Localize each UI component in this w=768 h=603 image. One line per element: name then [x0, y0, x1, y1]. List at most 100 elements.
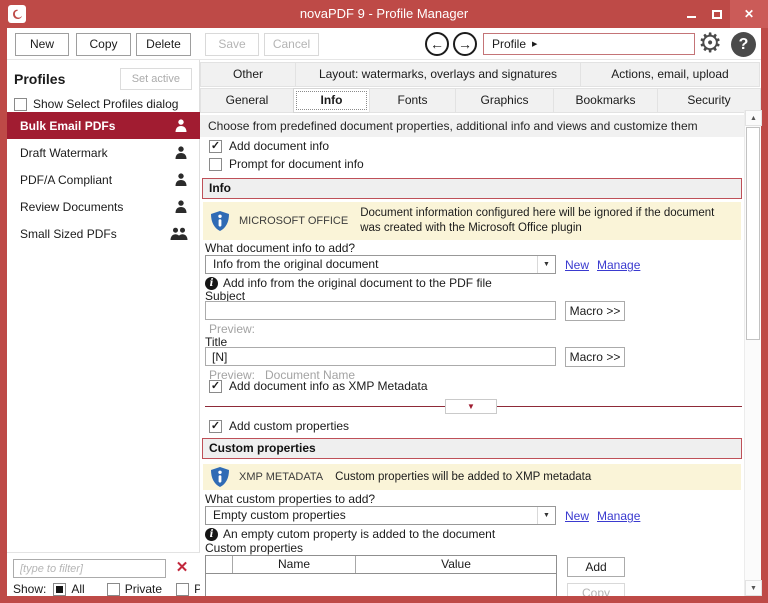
chevron-down-icon[interactable]: ▼: [537, 507, 555, 524]
checkbox-unchecked[interactable]: [176, 582, 190, 596]
subject-input[interactable]: [205, 301, 556, 320]
novapdf-logo-icon: [8, 5, 26, 23]
title-macro-button[interactable]: Macro >>: [565, 347, 625, 367]
back-button[interactable]: ←: [425, 32, 449, 56]
table-header-value[interactable]: Value: [356, 556, 556, 573]
cancel-button[interactable]: Cancel: [264, 33, 319, 56]
tab-layout[interactable]: Layout: watermarks, overlays and signatu…: [295, 62, 581, 87]
filter-private-checkbox[interactable]: Private: [106, 582, 162, 596]
tab-content-scroll-area: Choose from predefined document properti…: [200, 113, 744, 596]
custom-properties-dropdown[interactable]: Empty custom properties ▼: [205, 506, 556, 525]
tab-description: Choose from predefined document properti…: [200, 115, 744, 137]
filter-all-checkbox[interactable]: All: [53, 582, 85, 596]
settings-gear-button[interactable]: ⚙: [698, 27, 722, 59]
checkbox-checked[interactable]: ✓: [209, 379, 222, 393]
tab-fonts[interactable]: Fonts: [369, 88, 456, 113]
title-input[interactable]: [205, 347, 556, 366]
profile-item-small-sized[interactable]: Small Sized PDFs: [7, 220, 200, 247]
notice-text: Custom properties will be added to XMP m…: [335, 470, 592, 483]
checkbox-checked[interactable]: ✓: [209, 419, 222, 433]
scrollbar-thumb[interactable]: [746, 127, 760, 340]
new-link[interactable]: New: [565, 258, 589, 272]
profile-item-pdfa-compliant[interactable]: PDF/A Compliant: [7, 166, 200, 193]
show-select-profiles-label: Show Select Profiles dialog: [33, 97, 179, 111]
manage-link[interactable]: Manage: [597, 509, 640, 523]
profile-item-draft-watermark[interactable]: Draft Watermark: [7, 139, 200, 166]
custom-properties-table-label: Custom properties: [205, 541, 304, 555]
profile-name: Small Sized PDFs: [20, 226, 117, 241]
checkbox-checked[interactable]: ✓: [209, 139, 222, 153]
profile-item-bulk-email[interactable]: Bulk Email PDFs: [7, 112, 200, 139]
checkbox-unchecked[interactable]: [106, 582, 120, 596]
sidebar-title: Profiles: [14, 71, 66, 87]
scroll-down-button[interactable]: ▼: [745, 580, 762, 596]
user-icon: [174, 173, 188, 186]
gear-icon: ⚙: [698, 28, 723, 58]
dropdown-value: Empty custom properties: [213, 508, 346, 522]
tab-graphics[interactable]: Graphics: [455, 88, 554, 113]
add-custom-properties-checkbox[interactable]: ✓ Add custom properties: [209, 419, 349, 433]
custom-properties-table[interactable]: Name Value: [205, 555, 557, 596]
new-button[interactable]: New: [15, 33, 69, 56]
help-button[interactable]: ?: [731, 32, 756, 57]
tab-bookmarks[interactable]: Bookmarks: [553, 88, 658, 113]
profile-name: Bulk Email PDFs: [20, 118, 116, 133]
profile-name: Draft Watermark: [20, 145, 108, 160]
close-button[interactable]: ✕: [730, 0, 768, 28]
add-property-button[interactable]: Add: [567, 557, 625, 577]
forward-button[interactable]: →: [453, 32, 477, 56]
checkbox-unchecked[interactable]: [209, 157, 222, 171]
xmp-metadata-checkbox[interactable]: ✓ Add document info as XMP Metadata: [209, 379, 428, 393]
copy-button[interactable]: Copy: [76, 33, 131, 56]
subject-preview: Preview:: [209, 322, 255, 336]
clear-filter-x-icon: ✕: [175, 559, 189, 576]
vertical-scrollbar[interactable]: ▲ ▼: [744, 110, 762, 596]
breadcrumb[interactable]: Profile ▶: [483, 33, 695, 55]
checkbox-indeterminate[interactable]: [53, 582, 67, 596]
notice-label: XMP METADATA: [239, 471, 324, 483]
table-header-selector[interactable]: [206, 556, 233, 573]
prompt-document-info-checkbox[interactable]: Prompt for document info: [209, 157, 364, 171]
scroll-up-button[interactable]: ▲: [745, 110, 762, 126]
table-header-name[interactable]: Name: [233, 556, 356, 573]
what-custom-properties-label: What custom properties to add?: [205, 492, 376, 506]
shield-info-icon: [211, 467, 229, 487]
profile-list: Bulk Email PDFs Draft Watermark PDF/A Co…: [7, 112, 200, 247]
table-header-row: Name Value: [206, 556, 556, 574]
tab-other[interactable]: Other: [200, 62, 296, 87]
show-select-profiles-checkbox[interactable]: Show Select Profiles dialog: [14, 97, 178, 111]
close-icon: ✕: [743, 7, 755, 21]
chevron-down-icon[interactable]: ▼: [537, 256, 555, 273]
document-info-dropdown[interactable]: Info from the original document ▼: [205, 255, 556, 274]
checkbox-unchecked[interactable]: [14, 97, 27, 111]
delete-button[interactable]: Delete: [136, 33, 191, 56]
subject-macro-button[interactable]: Macro >>: [565, 301, 625, 321]
copy-property-button[interactable]: Copy: [567, 583, 625, 596]
content-panel: Other Layout: watermarks, overlays and s…: [200, 60, 762, 596]
new-link[interactable]: New: [565, 509, 589, 523]
user-icon: [174, 200, 188, 213]
collapse-expander-button[interactable]: ▼: [445, 399, 497, 414]
manage-link[interactable]: Manage: [597, 258, 640, 272]
scroll-up-icon: ▲: [750, 115, 757, 122]
profile-item-review-documents[interactable]: Review Documents: [7, 193, 200, 220]
maximize-button[interactable]: [704, 0, 730, 28]
prompt-document-info-label: Prompt for document info: [229, 157, 364, 171]
user-icon: [174, 146, 188, 159]
tab-actions[interactable]: Actions, email, upload: [580, 62, 760, 87]
tab-info[interactable]: Info: [293, 88, 370, 113]
filter-input[interactable]: [13, 559, 166, 578]
document-info-hint: i Add info from the original document to…: [205, 276, 492, 290]
tab-general[interactable]: General: [200, 88, 294, 113]
back-arrow-icon: ←: [430, 36, 444, 52]
xmp-metadata-label: Add document info as XMP Metadata: [229, 379, 428, 393]
clear-filter-button[interactable]: ✕: [172, 558, 192, 578]
window-frame: New Copy Delete Save Cancel ← → Profile …: [0, 28, 768, 603]
profile-name: Review Documents: [20, 199, 124, 214]
add-document-info-checkbox[interactable]: ✓ Add document info: [209, 139, 329, 153]
minimize-button[interactable]: [678, 0, 704, 28]
forward-arrow-icon: →: [458, 36, 472, 52]
save-button[interactable]: Save: [205, 33, 259, 56]
set-active-button[interactable]: Set active: [119, 68, 192, 90]
shield-info-icon: [211, 211, 229, 231]
